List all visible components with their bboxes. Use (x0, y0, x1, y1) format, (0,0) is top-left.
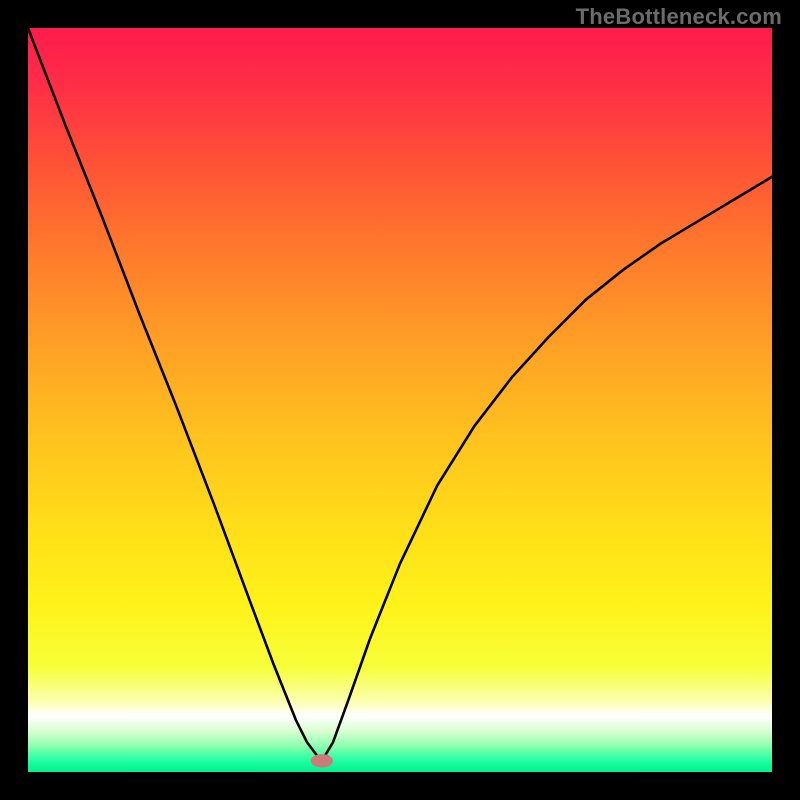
plot-area (28, 28, 772, 772)
curve-right-branch (322, 177, 772, 761)
minimum-marker (311, 754, 333, 767)
chart-frame: TheBottleneck.com (0, 0, 800, 800)
curve-left-branch (28, 28, 322, 761)
watermark-text: TheBottleneck.com (576, 4, 782, 30)
curve-layer (28, 28, 772, 772)
